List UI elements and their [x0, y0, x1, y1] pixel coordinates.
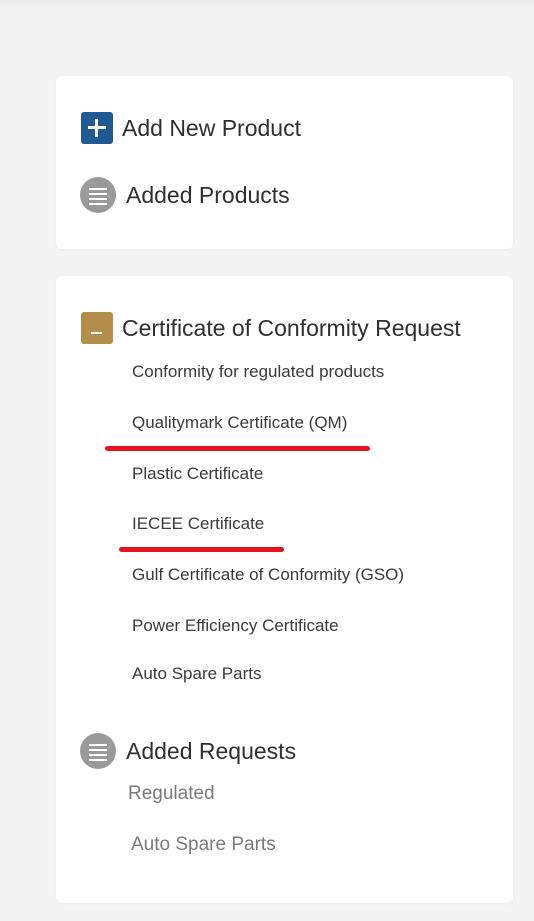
- added-requests-link[interactable]: Added Requests: [80, 733, 296, 769]
- certificate-item-regulated-products[interactable]: Conformity for regulated products: [132, 362, 384, 382]
- added-request-item-regulated[interactable]: Regulated: [128, 783, 215, 805]
- certificate-item-plastic[interactable]: Plastic Certificate: [132, 464, 263, 484]
- certificate-item-auto-spare-parts[interactable]: Auto Spare Parts: [132, 664, 261, 684]
- list-icon: [80, 733, 116, 769]
- add-new-product-label: Add New Product: [122, 114, 301, 141]
- requests-menu-card: Certificate of Conformity Request Confor…: [56, 276, 513, 903]
- certificate-request-label: Certificate of Conformity Request: [122, 314, 461, 341]
- products-menu-card: Add New Product Added Products: [56, 76, 513, 249]
- underline-annotation-iecee: [119, 547, 284, 552]
- certificate-item-iecee[interactable]: IECEE Certificate: [132, 514, 264, 534]
- certificate-request-toggle[interactable]: Certificate of Conformity Request: [81, 312, 461, 344]
- added-products-label: Added Products: [126, 181, 290, 208]
- top-strip: [0, 0, 534, 10]
- certificate-item-gso[interactable]: Gulf Certificate of Conformity (GSO): [132, 565, 404, 585]
- minus-icon: [81, 312, 113, 344]
- list-icon: [80, 177, 116, 213]
- certificate-item-power-efficiency[interactable]: Power Efficiency Certificate: [132, 616, 339, 636]
- underline-annotation-qm: [105, 446, 370, 451]
- certificate-item-qm[interactable]: Qualitymark Certificate (QM): [132, 413, 347, 433]
- add-new-product-link[interactable]: Add New Product: [81, 112, 301, 144]
- added-products-link[interactable]: Added Products: [80, 177, 290, 213]
- plus-icon: [81, 112, 113, 144]
- added-request-item-auto-spare-parts[interactable]: Auto Spare Parts: [131, 834, 276, 856]
- added-requests-label: Added Requests: [126, 737, 297, 764]
